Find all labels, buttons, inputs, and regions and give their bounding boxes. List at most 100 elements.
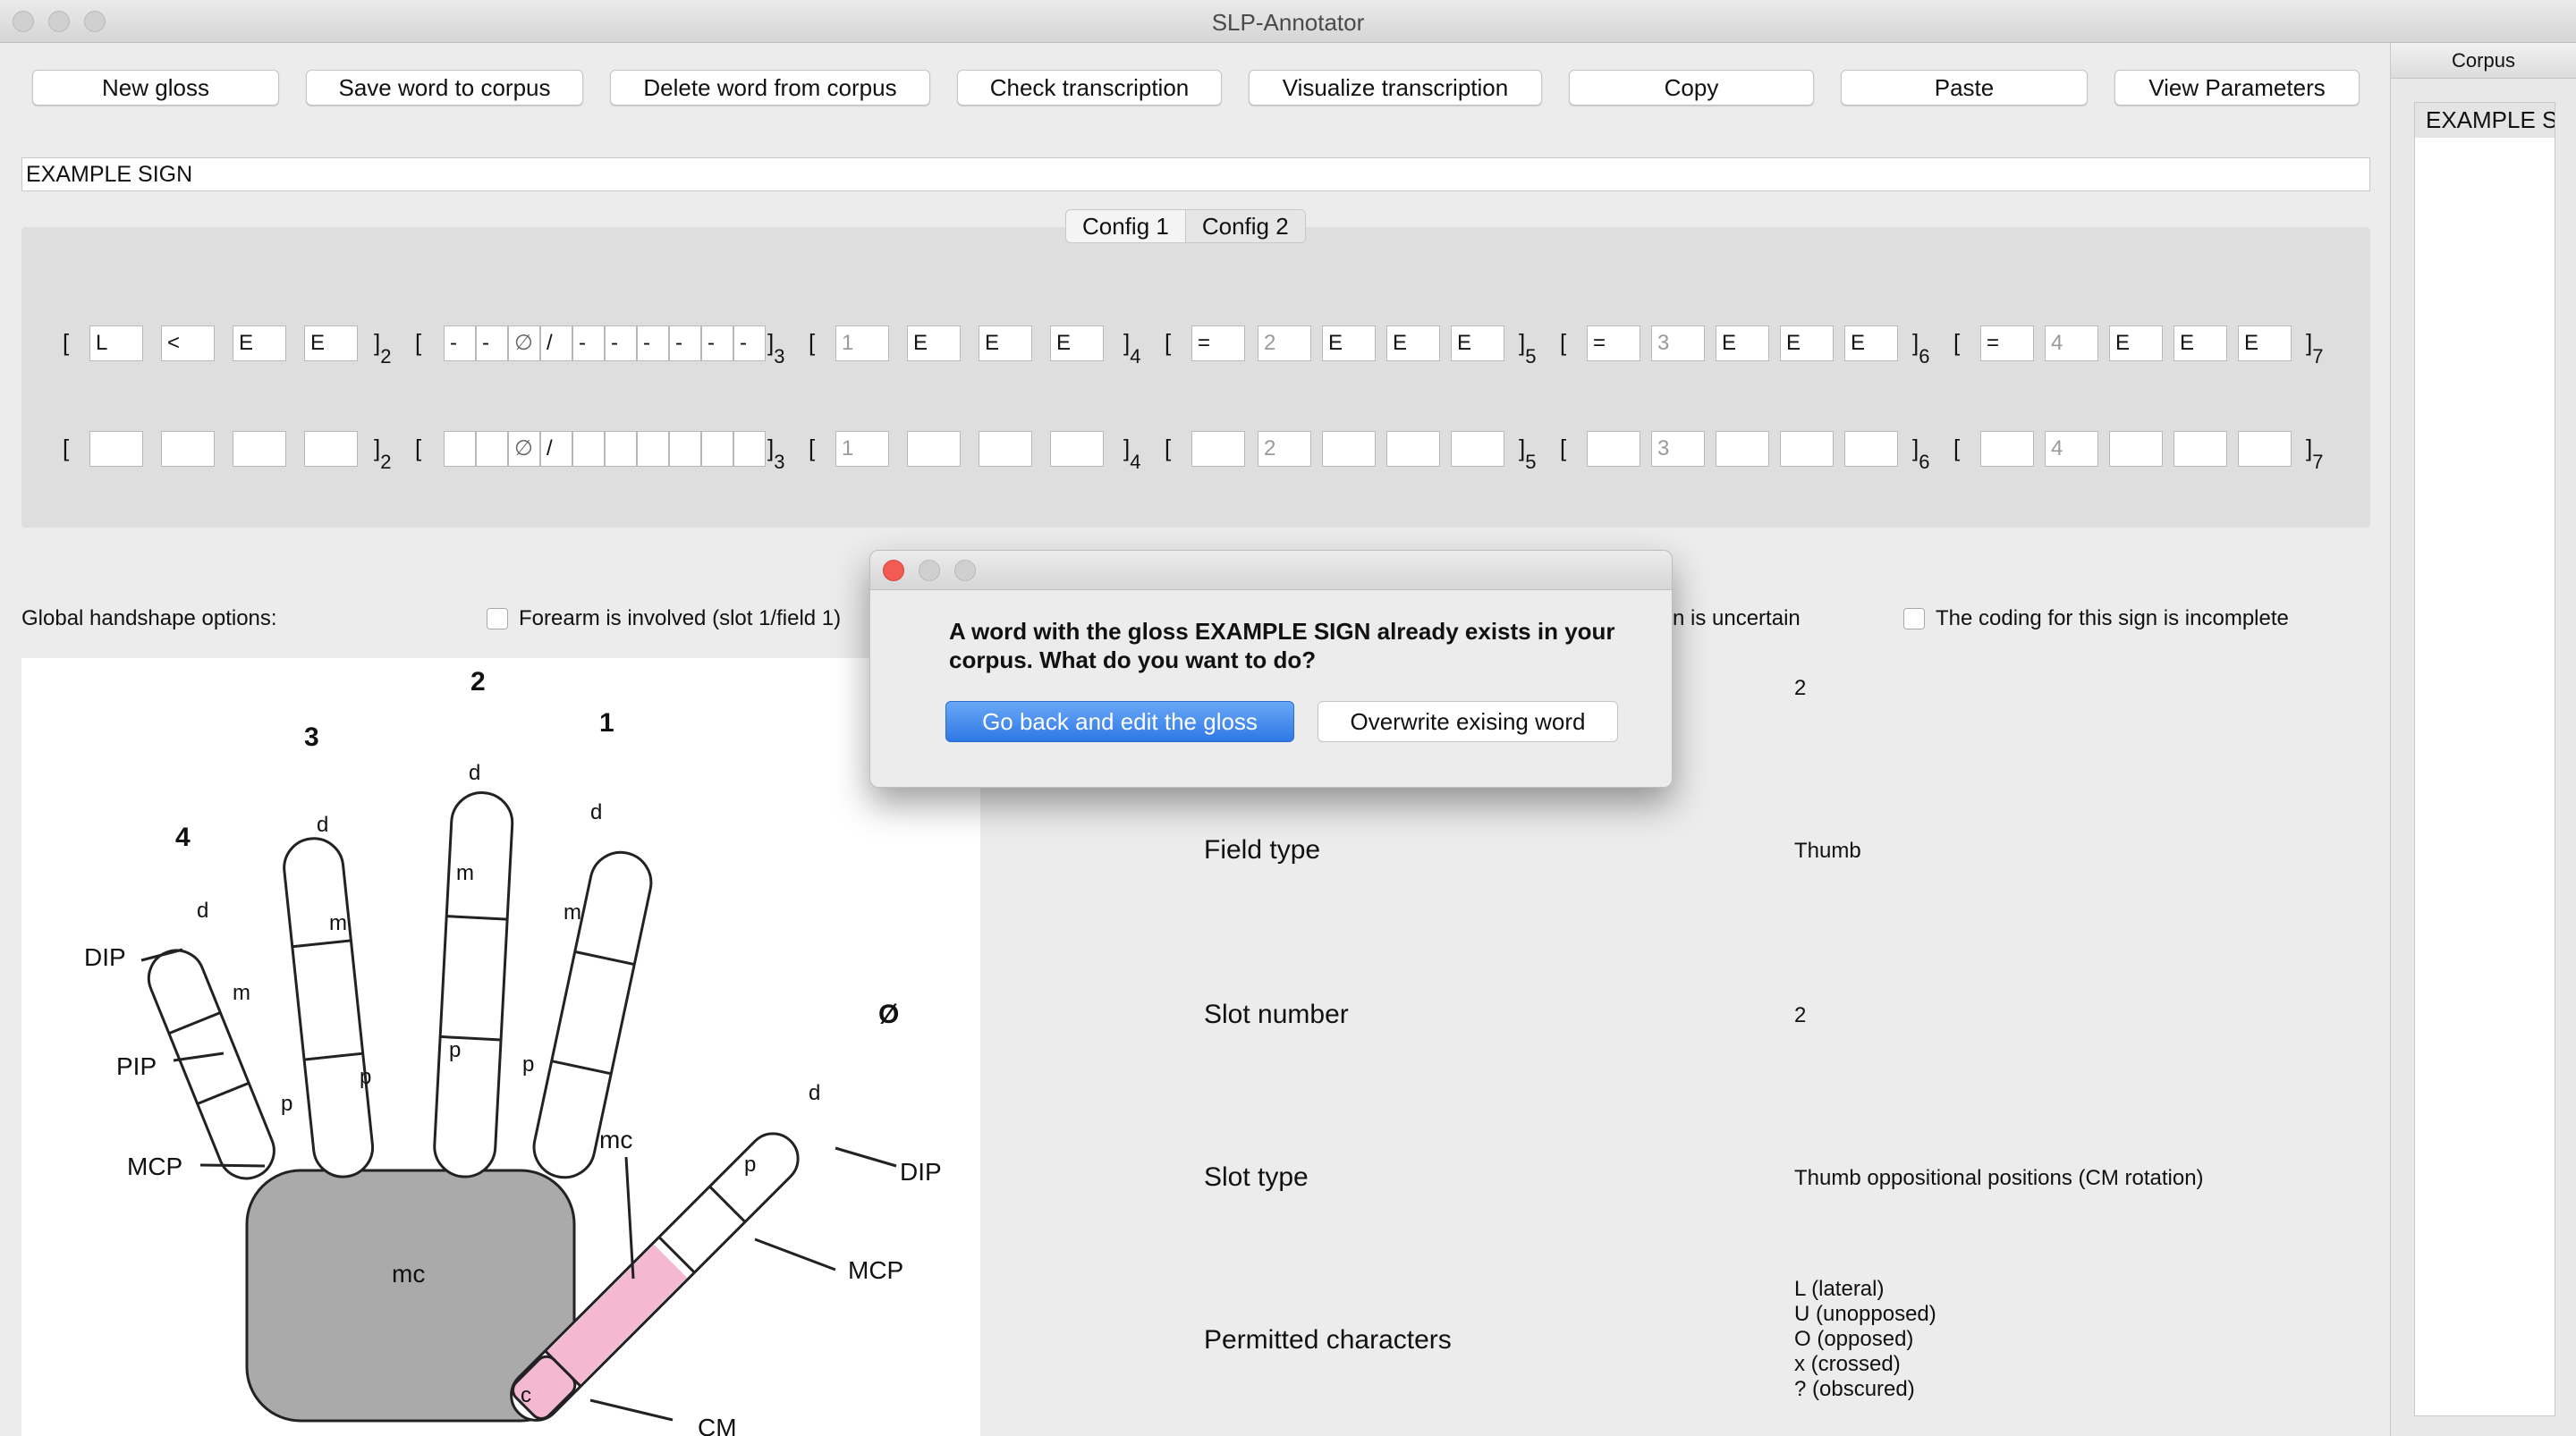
transcription-slot[interactable]: 4 <box>2045 431 2098 467</box>
transcription-slot[interactable] <box>733 431 766 467</box>
transcription-slot[interactable]: E <box>1322 325 1376 361</box>
transcription-slot[interactable] <box>1716 431 1769 467</box>
transcription-slot[interactable] <box>476 431 508 467</box>
transcription-slot[interactable]: - <box>444 325 476 361</box>
transcription-slot[interactable]: E <box>1780 325 1834 361</box>
transcription-slot[interactable]: E <box>2238 325 2292 361</box>
transcription-slot[interactable] <box>701 431 733 467</box>
segment-label-4p: p <box>281 1092 292 1116</box>
transcription-slot[interactable] <box>444 431 476 467</box>
transcription-slot[interactable] <box>1980 431 2034 467</box>
bracket-open: [ <box>63 435 70 461</box>
transcription-slot[interactable]: < <box>161 325 215 361</box>
transcription-slot[interactable]: 4 <box>2045 325 2098 361</box>
paste-button[interactable]: Paste <box>1841 70 2088 106</box>
transcription-slot[interactable]: 3 <box>1651 325 1705 361</box>
transcription-slot[interactable] <box>605 431 637 467</box>
segment-label-1p: p <box>522 1052 534 1077</box>
forearm-checkbox[interactable] <box>487 608 508 629</box>
transcription-slot[interactable] <box>669 431 701 467</box>
bracket-close: ]2 <box>374 329 391 367</box>
transcription-slot[interactable]: E <box>1451 325 1504 361</box>
transcription-slot[interactable]: - <box>572 325 605 361</box>
hand-diagram-svg: 1 2 3 4 Ø DIP PIP MCP DIP MCP CM mc mc d… <box>84 667 942 1436</box>
transcription-slot[interactable] <box>907 431 961 467</box>
transcription-slot[interactable]: - <box>476 325 508 361</box>
transcription-slot[interactable]: 3 <box>1651 431 1705 467</box>
dialog-close-button[interactable] <box>883 560 904 581</box>
transcription-slot[interactable]: = <box>1980 325 2034 361</box>
save-word-button[interactable]: Save word to corpus <box>306 70 583 106</box>
transcription-slot[interactable]: - <box>701 325 733 361</box>
transcription-slot[interactable] <box>2174 431 2227 467</box>
transcription-slot[interactable] <box>979 431 1032 467</box>
delete-word-button[interactable]: Delete word from corpus <box>610 70 930 106</box>
copy-button[interactable]: Copy <box>1569 70 1814 106</box>
transcription-slot[interactable] <box>89 431 143 467</box>
transcription-slot[interactable]: 2 <box>1258 325 1311 361</box>
transcription-slot[interactable]: L <box>89 325 143 361</box>
transcription-slot[interactable]: / <box>540 431 572 467</box>
tab-config-2[interactable]: Config 2 <box>1184 210 1305 242</box>
segment-label-1m: m <box>564 900 581 925</box>
transcription-slot[interactable]: = <box>1191 325 1245 361</box>
transcription-slot[interactable]: E <box>2109 325 2163 361</box>
slot-number-value: 2 <box>1794 1003 1807 1027</box>
visualize-transcription-button[interactable]: Visualize transcription <box>1249 70 1542 106</box>
transcription-slot[interactable]: - <box>669 325 701 361</box>
transcription-slot[interactable]: E <box>304 325 358 361</box>
corpus-item[interactable]: EXAMPLE S <box>2415 103 2555 138</box>
transcription-slot[interactable] <box>1191 431 1245 467</box>
transcription-slot[interactable] <box>161 431 215 467</box>
transcription-slot[interactable] <box>1050 431 1104 467</box>
transcription-slot[interactable]: E <box>979 325 1032 361</box>
dialog-minimize-button[interactable] <box>919 560 940 581</box>
transcription-slot[interactable]: E <box>1716 325 1769 361</box>
transcription-slot[interactable]: - <box>637 325 669 361</box>
transcription-slot[interactable]: - <box>605 325 637 361</box>
new-gloss-button[interactable]: New gloss <box>32 70 279 106</box>
transcription-slot[interactable]: E <box>2174 325 2227 361</box>
transcription-slot[interactable]: 1 <box>835 325 889 361</box>
segment-label-palm: mc <box>392 1260 425 1288</box>
transcription-slot[interactable] <box>1451 431 1504 467</box>
view-parameters-button[interactable]: View Parameters <box>2114 70 2360 106</box>
incomplete-checkbox[interactable] <box>1903 608 1925 629</box>
edit-gloss-button[interactable]: Go back and edit the gloss <box>945 701 1294 742</box>
transcription-slot[interactable]: E <box>1386 325 1440 361</box>
transcription-slot[interactable] <box>1844 431 1898 467</box>
transcription-slot[interactable] <box>1386 431 1440 467</box>
tab-config-1[interactable]: Config 1 <box>1066 210 1185 242</box>
field-number: 4 <box>1130 345 1141 368</box>
transcription-slot[interactable] <box>2109 431 2163 467</box>
transcription-slot[interactable]: = <box>1587 325 1640 361</box>
config2-row: [ ]2 [ ∅ / ]3 [ 1 ]4 [ 2 ]5 [ 3 ]6 [ 4 ]… <box>21 431 2370 473</box>
transcription-slot[interactable] <box>304 431 358 467</box>
field-number: 5 <box>1525 345 1537 368</box>
segment-label-3p: p <box>360 1065 371 1089</box>
dialog-zoom-button[interactable] <box>954 560 976 581</box>
check-transcription-button[interactable]: Check transcription <box>957 70 1222 106</box>
transcription-slot[interactable] <box>1322 431 1376 467</box>
transcription-slot[interactable]: 1 <box>835 431 889 467</box>
config1-row: [ L < E E ]2 [ - - ∅ / - - - - - - ]3 [ … <box>21 325 2370 368</box>
transcription-slot[interactable]: E <box>1844 325 1898 361</box>
transcription-slot[interactable]: ∅ <box>508 431 540 467</box>
gloss-input[interactable]: EXAMPLE SIGN <box>21 157 2370 191</box>
transcription-slot[interactable] <box>637 431 669 467</box>
transcription-slot[interactable]: 2 <box>1258 431 1311 467</box>
transcription-slot[interactable]: ∅ <box>508 325 540 361</box>
transcription-slot[interactable] <box>572 431 605 467</box>
corpus-list[interactable]: EXAMPLE S <box>2414 102 2555 1416</box>
overwrite-word-button[interactable]: Overwrite exising word <box>1318 701 1618 742</box>
transcription-slot[interactable] <box>233 431 286 467</box>
transcription-slot[interactable]: / <box>540 325 572 361</box>
joint-label-thumb-mcp: MCP <box>848 1256 903 1284</box>
transcription-slot[interactable]: E <box>1050 325 1104 361</box>
transcription-slot[interactable] <box>1587 431 1640 467</box>
transcription-slot[interactable] <box>1780 431 1834 467</box>
transcription-slot[interactable]: E <box>907 325 961 361</box>
transcription-slot[interactable]: E <box>233 325 286 361</box>
transcription-slot[interactable] <box>2238 431 2292 467</box>
transcription-slot[interactable]: - <box>733 325 766 361</box>
